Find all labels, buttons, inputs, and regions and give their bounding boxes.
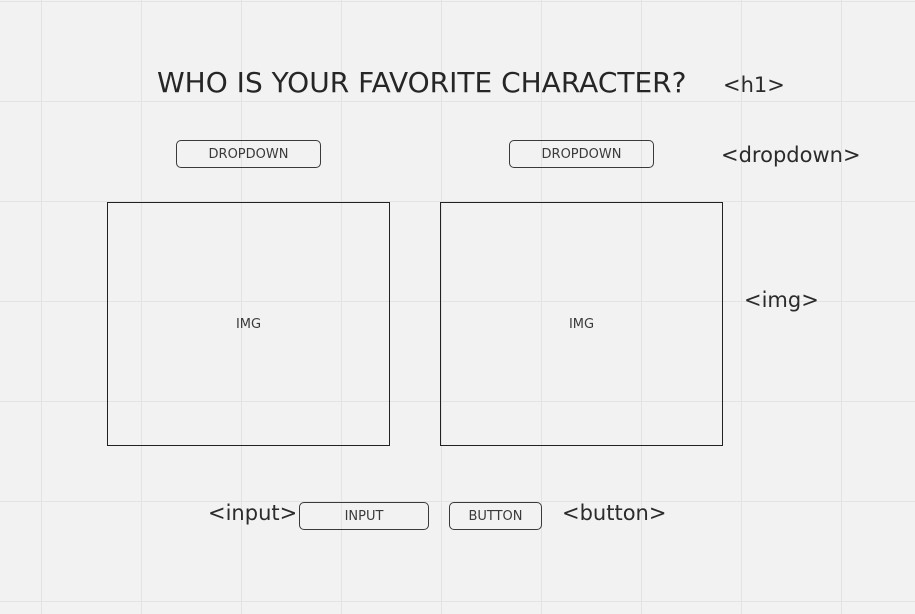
button-annotation: <button> — [562, 501, 667, 525]
image-placeholder-left: IMG — [107, 202, 390, 446]
dropdown-annotation: <dropdown> — [721, 143, 861, 167]
image-placeholder-right: IMG — [440, 202, 723, 446]
submit-button[interactable]: BUTTON — [449, 502, 542, 530]
dropdown-left[interactable]: DROPDOWN — [176, 140, 321, 168]
image-placeholder-label: IMG — [235, 316, 262, 332]
img-annotation: <img> — [744, 288, 819, 312]
page-title: WHO IS YOUR FAVORITE CHARACTER? — [157, 66, 687, 99]
dropdown-right[interactable]: DROPDOWN — [509, 140, 654, 168]
image-placeholder-label: IMG — [568, 316, 595, 332]
h1-annotation: <h1> — [723, 73, 785, 97]
text-input[interactable]: INPUT — [299, 502, 429, 530]
input-annotation: <input> — [208, 501, 298, 525]
